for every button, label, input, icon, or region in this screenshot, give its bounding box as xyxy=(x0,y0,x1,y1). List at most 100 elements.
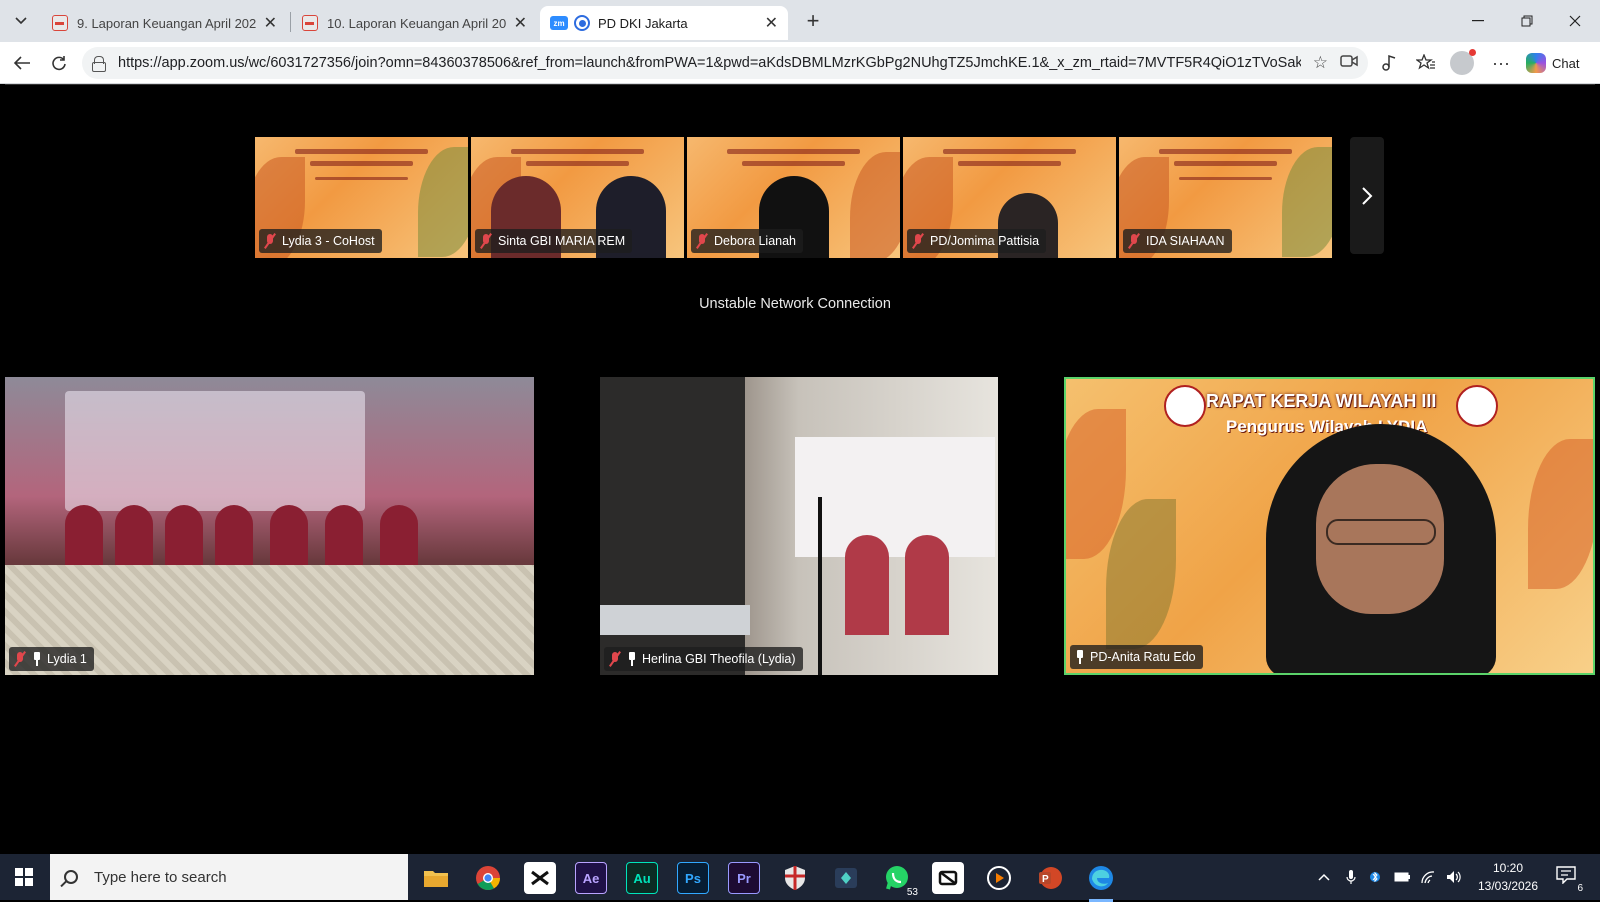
back-button[interactable] xyxy=(8,49,36,77)
minimize-button[interactable] xyxy=(1455,6,1501,36)
pin-icon xyxy=(627,652,637,666)
network-status-message: Unstable Network Connection xyxy=(699,296,891,312)
tab-laporan-10[interactable]: 10. Laporan Keuangan April 2025- ✕ xyxy=(292,6,537,40)
chevron-right-icon xyxy=(1362,186,1373,205)
whatsapp-app[interactable]: 53 xyxy=(881,862,919,898)
participant-name: PD/Jomima Pattisia xyxy=(930,234,1040,248)
close-icon[interactable]: ✕ xyxy=(264,13,277,33)
premiere-app[interactable]: Pr xyxy=(728,862,760,894)
chevron-up-icon xyxy=(1318,873,1330,881)
microphone-icon xyxy=(1346,870,1356,884)
notification-icon xyxy=(1556,866,1576,885)
participant-thumbnail[interactable]: PD/Jomima Pattisia xyxy=(903,137,1116,258)
capcut-app[interactable] xyxy=(524,862,556,894)
wifi-icon xyxy=(1421,871,1435,884)
projection-screen xyxy=(795,437,995,557)
edge-app[interactable] xyxy=(1085,862,1117,902)
bluetooth-icon xyxy=(1370,871,1380,883)
restore-button[interactable] xyxy=(1504,6,1550,36)
media-icon xyxy=(835,868,857,888)
active-speaker-video-tile[interactable]: RAPAT KERJA WILAYAH III Pengurus Wilayah… xyxy=(1064,377,1595,675)
participant-name: IDA SIAHAAN xyxy=(1146,234,1225,248)
folder-icon xyxy=(424,871,448,887)
lock-icon[interactable] xyxy=(92,56,106,72)
video-tile[interactable]: Lydia 1 xyxy=(5,377,534,675)
reload-button[interactable] xyxy=(45,49,73,77)
battery-tray-button[interactable] xyxy=(1394,854,1410,900)
banner-title: RAPAT KERJA WILAYAH III xyxy=(1206,391,1437,411)
photoshop-app[interactable]: Ps xyxy=(677,862,709,894)
participant-name: Lydia 1 xyxy=(47,652,87,666)
media-control-button[interactable] xyxy=(1375,49,1403,77)
participant-name: Debora Lianah xyxy=(714,234,797,248)
music-note-icon xyxy=(1382,54,1396,71)
volume-tray-button[interactable] xyxy=(1446,854,1462,900)
participant-name-tag: Lydia 3 - CoHost xyxy=(259,229,382,253)
profile-avatar-button[interactable] xyxy=(1450,49,1476,75)
close-icon[interactable]: ✕ xyxy=(514,13,527,33)
video-tile[interactable]: Herlina GBI Theofila (Lydia) xyxy=(600,377,998,675)
tab-list-dropdown-button[interactable] xyxy=(8,8,34,34)
after-effects-app[interactable]: Ae xyxy=(575,862,607,894)
church-logo xyxy=(1164,385,1206,427)
media-player-app[interactable] xyxy=(983,862,1015,894)
participant-name-tag: Herlina GBI Theofila (Lydia) xyxy=(604,647,803,671)
leaf-decoration xyxy=(418,147,468,257)
windows-icon xyxy=(15,868,33,886)
tab-pd-dki-jakarta[interactable]: zm PD DKI Jakarta ✕ xyxy=(540,6,788,40)
participant-thumbnail[interactable]: Debora Lianah xyxy=(687,137,900,258)
next-page-button[interactable] xyxy=(1350,137,1384,254)
file-explorer-app[interactable] xyxy=(420,862,452,894)
banner-line xyxy=(943,149,1076,154)
recording-icon xyxy=(574,15,590,31)
speaker-glasses xyxy=(1326,519,1436,545)
favorites-button[interactable] xyxy=(1412,49,1440,77)
banner-line xyxy=(315,177,408,180)
tab-laporan-9[interactable]: 9. Laporan Keuangan April 2025-Ja ✕ xyxy=(42,6,287,40)
banner-line xyxy=(1174,161,1277,166)
participant-thumbnail[interactable]: Sinta GBI MARIA REM xyxy=(471,137,684,258)
capcut-icon xyxy=(938,870,958,886)
close-icon xyxy=(1569,15,1581,27)
participant-name-tag: PD-Anita Ratu Edo xyxy=(1070,645,1203,669)
clock-date: 13/03/2026 xyxy=(1477,879,1539,893)
svg-text:P: P xyxy=(1042,874,1049,885)
chevron-down-icon xyxy=(15,17,27,25)
banner-line xyxy=(526,161,629,166)
audition-app[interactable]: Au xyxy=(626,862,658,894)
powerpoint-app[interactable]: P xyxy=(1034,862,1066,894)
more-options-button[interactable]: ··· xyxy=(1487,49,1515,77)
wifi-tray-button[interactable] xyxy=(1420,854,1436,900)
search-icon xyxy=(64,870,78,884)
show-hidden-icons-button[interactable] xyxy=(1318,854,1330,900)
taskbar-search-box[interactable]: Type here to search xyxy=(50,854,408,900)
copilot-chat-button[interactable]: Chat xyxy=(1526,50,1579,76)
tab-title: 9. Laporan Keuangan April 2025-Ja xyxy=(77,15,256,31)
capcut-pro-app[interactable] xyxy=(932,862,964,894)
notification-center-button[interactable]: 6 xyxy=(1556,866,1584,894)
participant-thumbnail[interactable]: IDA SIAHAAN xyxy=(1119,137,1332,258)
address-bar[interactable]: https://app.zoom.us/wc/6031727356/join?o… xyxy=(82,47,1368,79)
new-tab-button[interactable]: + xyxy=(800,8,826,34)
start-button[interactable] xyxy=(0,854,48,900)
participant-name: Lydia 3 - CoHost xyxy=(282,234,375,248)
participant-name-tag: Debora Lianah xyxy=(691,229,804,253)
taskbar-clock[interactable]: 10:20 13/03/2026 xyxy=(1468,859,1548,895)
participant-thumbnail[interactable]: Lydia 3 - CoHost xyxy=(255,137,468,258)
media-app[interactable] xyxy=(830,862,862,894)
chrome-icon xyxy=(476,866,500,891)
singer-figure xyxy=(905,535,949,635)
search-placeholder: Type here to search xyxy=(94,868,227,886)
bluetooth-tray-button[interactable] xyxy=(1370,854,1380,900)
chrome-app[interactable] xyxy=(472,862,504,894)
banner-line xyxy=(511,149,644,154)
security-app[interactable] xyxy=(779,862,811,894)
url-text[interactable]: https://app.zoom.us/wc/6031727356/join?o… xyxy=(118,55,1301,71)
close-icon[interactable]: ✕ xyxy=(765,13,778,33)
browser-toolbar: https://app.zoom.us/wc/6031727356/join?o… xyxy=(0,42,1600,84)
video-camera-icon[interactable] xyxy=(1340,53,1358,73)
photoshop-icon: Ps xyxy=(685,870,701,886)
close-window-button[interactable] xyxy=(1552,6,1598,36)
microphone-tray-button[interactable] xyxy=(1346,854,1356,900)
star-icon[interactable]: ☆ xyxy=(1313,53,1328,73)
